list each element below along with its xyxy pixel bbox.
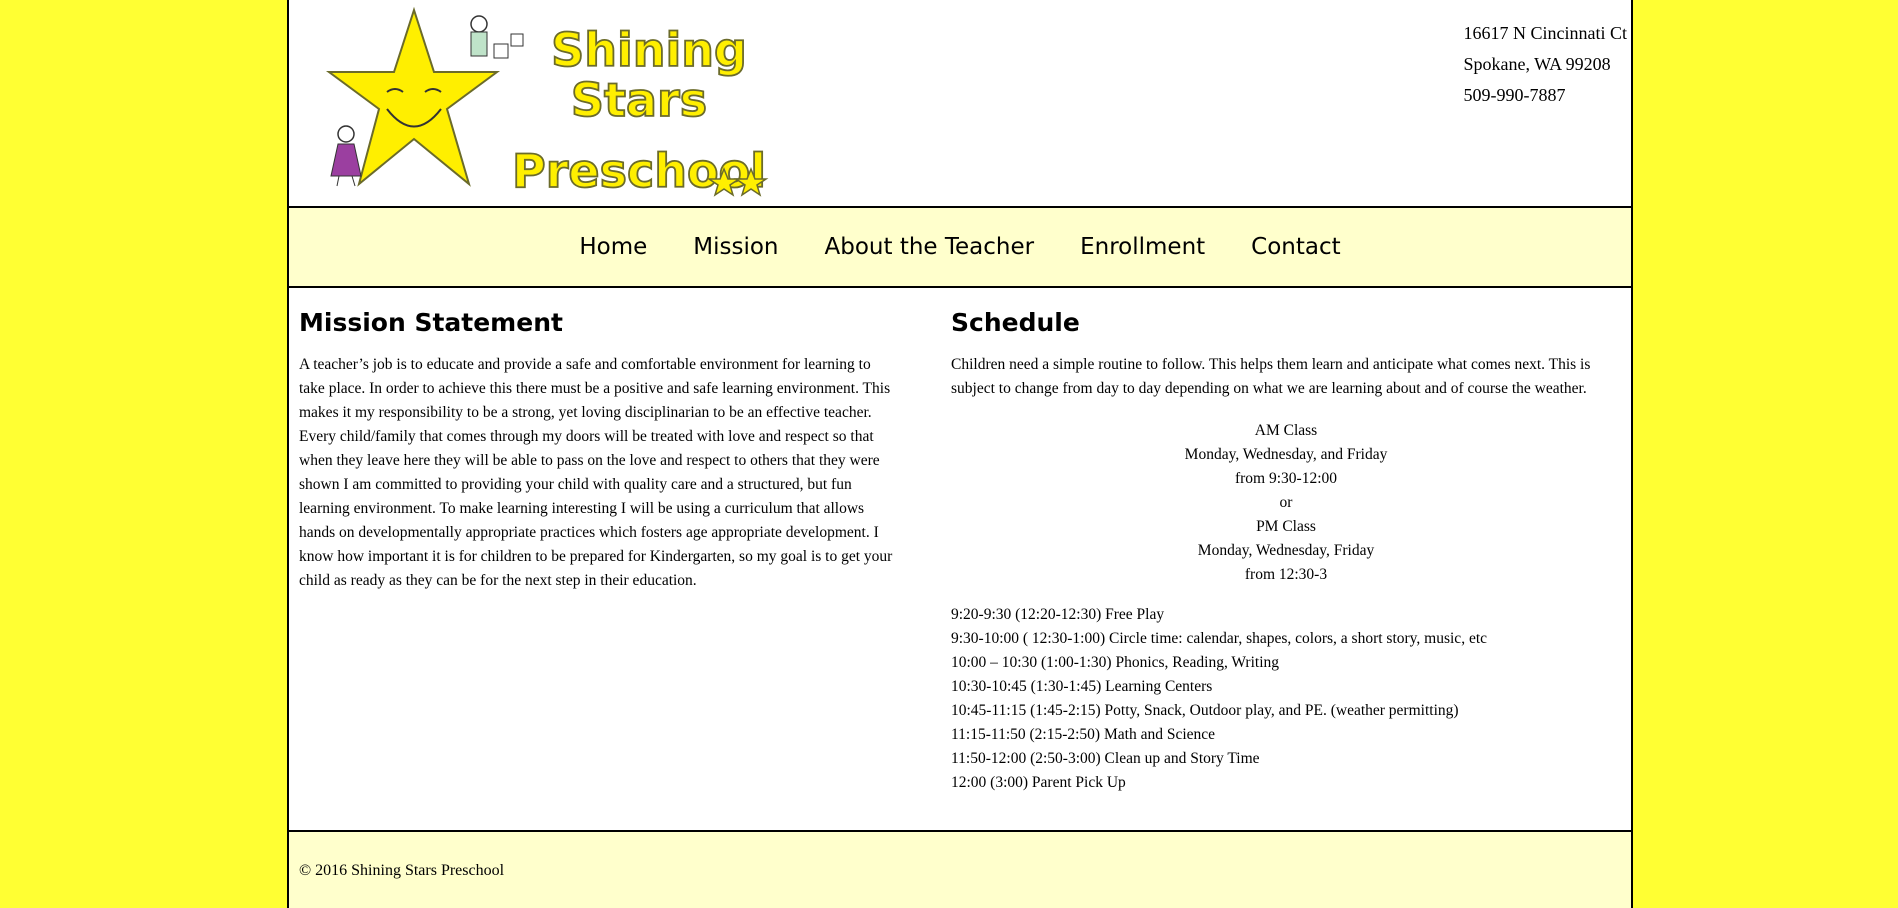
- daily-schedule-list: 9:20-9:30 (12:20-12:30) Free Play 9:30-1…: [951, 603, 1621, 795]
- mission-section: Mission Statement A teacher’s job is to …: [299, 308, 899, 593]
- class-line: PM Class: [1256, 518, 1316, 535]
- schedule-intro: Children need a simple routine to follow…: [951, 356, 1591, 397]
- class-line: from 9:30-12:00: [1234, 470, 1338, 487]
- schedule-section: Schedule Children need a simple routine …: [951, 308, 1621, 795]
- class-line: AM Class: [1254, 422, 1318, 439]
- schedule-item: 10:30-10:45 (1:30-1:45) Learning Centers: [951, 678, 1213, 695]
- contact-address: 16617 N Cincinnati Ct Spokane, WA 99208 …: [1464, 18, 1628, 111]
- mission-text: A teacher’s job is to educate and provid…: [299, 356, 893, 589]
- girl-figure-icon: [337, 125, 355, 143]
- schedule-item: 11:15-11:50 (2:15-2:50) Math and Science: [951, 726, 1216, 743]
- nav-enrollment[interactable]: Enrollment: [1057, 234, 1228, 260]
- class-line: Monday, Wednesday, Friday: [1197, 542, 1375, 559]
- schedule-item: 11:50-12:00 (2:50-3:00) Clean up and Sto…: [951, 750, 1260, 767]
- page-container: Shining Stars Preschool 16617 N Cincinna…: [287, 0, 1633, 908]
- address-city: Spokane, WA 99208: [1463, 54, 1611, 74]
- copyright-text: © 2016 Shining Stars Preschool: [299, 862, 505, 879]
- nav-contact[interactable]: Contact: [1228, 234, 1363, 260]
- mission-title: Mission Statement: [299, 308, 563, 337]
- schedule-title: Schedule: [951, 308, 1080, 337]
- site-header: Shining Stars Preschool 16617 N Cincinna…: [289, 0, 1631, 208]
- class-line: Monday, Wednesday, and Friday: [1184, 446, 1388, 463]
- address-phone: 509-990-7887: [1463, 85, 1566, 105]
- schedule-item: 9:30-10:00 ( 12:30-1:00) Circle time: ca…: [951, 630, 1488, 647]
- schedule-item: 10:00 – 10:30 (1:00-1:30) Phonics, Readi…: [951, 654, 1280, 671]
- shining-stars-logo[interactable]: Shining Stars Preschool: [319, 4, 819, 200]
- schedule-item: 10:45-11:15 (1:45-2:15) Potty, Snack, Ou…: [951, 702, 1459, 719]
- nav-home[interactable]: Home: [556, 234, 670, 260]
- main-navigation: Home Mission About the Teacher Enrollmen…: [289, 208, 1631, 288]
- schedule-item: 12:00 (3:00) Parent Pick Up: [951, 774, 1126, 791]
- class-times: AM Class Monday, Wednesday, and Friday f…: [951, 419, 1621, 587]
- address-street: 16617 N Cincinnati Ct: [1463, 23, 1628, 43]
- child-figure-icon: [470, 15, 488, 33]
- nav-about-the-teacher[interactable]: About the Teacher: [802, 234, 1058, 260]
- class-line: from 12:30-3: [1244, 566, 1328, 583]
- logo-line-stars: Stars: [571, 73, 707, 127]
- class-line: or: [1279, 494, 1293, 511]
- logo-line-shining: Shining: [551, 23, 747, 77]
- main-content: Mission Statement A teacher’s job is to …: [289, 288, 1631, 870]
- nav-mission[interactable]: Mission: [670, 234, 801, 260]
- site-footer: © 2016 Shining Stars Preschool: [289, 830, 1631, 908]
- schedule-item: 9:20-9:30 (12:20-12:30) Free Play: [951, 606, 1165, 623]
